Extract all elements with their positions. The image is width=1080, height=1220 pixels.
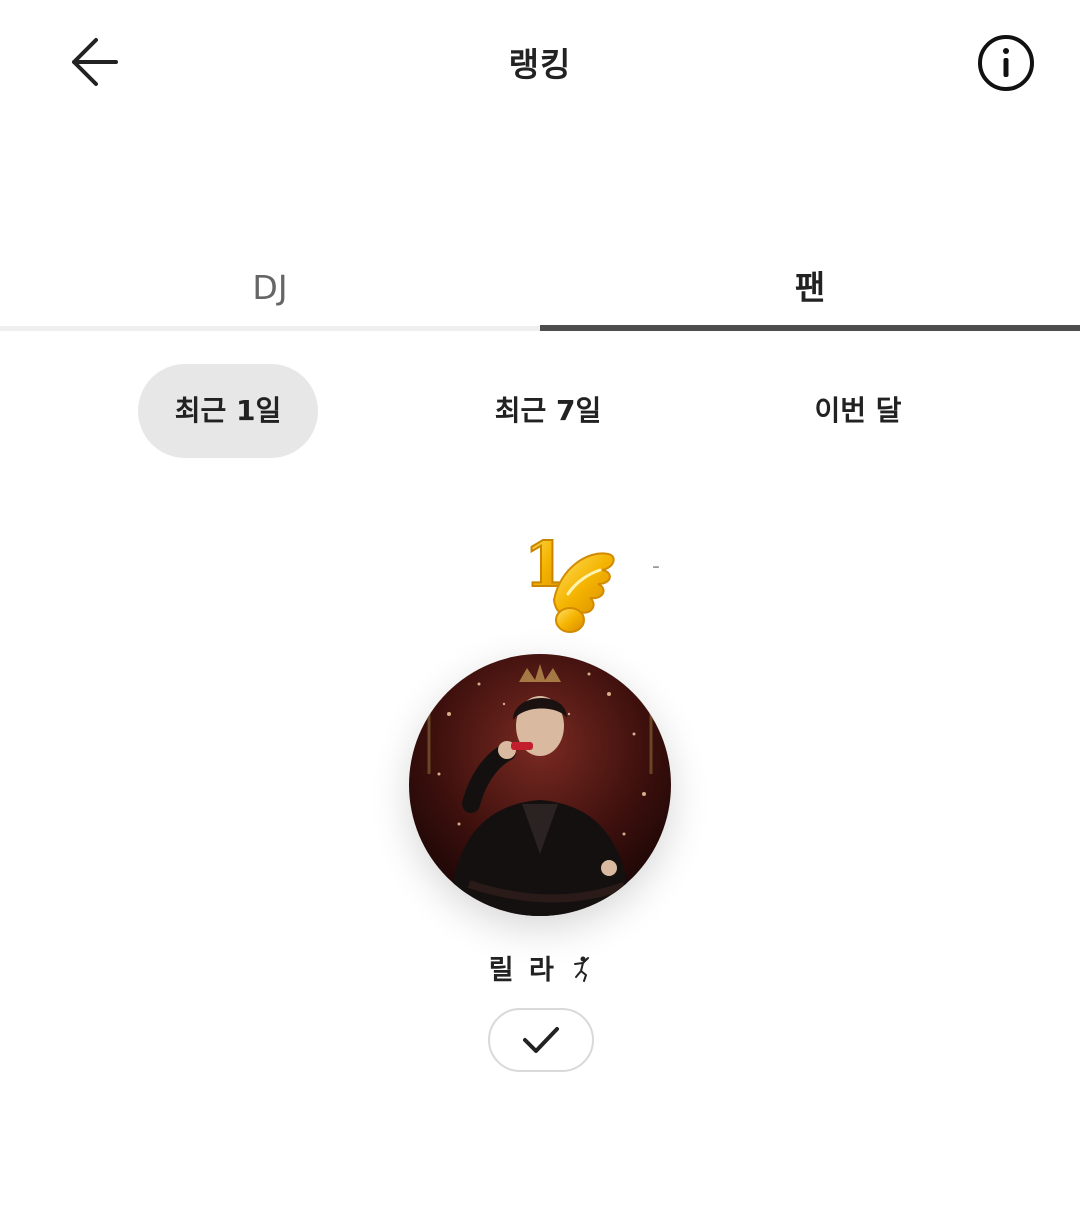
info-icon (978, 35, 1034, 91)
info-button[interactable] (970, 28, 1042, 98)
tab-fan[interactable]: 팬 (540, 250, 1080, 326)
main-tabs: DJ 팬 (0, 250, 1080, 332)
check-icon (523, 1027, 559, 1053)
tab-active-indicator (540, 325, 1080, 331)
dancer-icon (574, 956, 590, 982)
avatar-image (409, 654, 671, 916)
header: 랭킹 (0, 0, 1080, 124)
period-tab-this-month[interactable]: 이번 달 (768, 364, 948, 458)
rank-1-wing-badge-icon: 1 (523, 528, 615, 633)
period-tab-1-day[interactable]: 최근 1일 (138, 364, 318, 458)
period-tab-7-days[interactable]: 최근 7일 (458, 364, 638, 458)
avatar[interactable] (409, 654, 671, 916)
period-tabs: 최근 1일 최근 7일 이번 달 (0, 364, 1080, 460)
nickname-text: 릴 라 (488, 955, 557, 986)
nickname: 릴 라 (0, 948, 1080, 987)
select-check-button[interactable] (488, 1008, 594, 1072)
top-rank-card: 1 - 릴 라 (0, 520, 1080, 1120)
rank-change: - (652, 554, 660, 579)
tab-dj[interactable]: DJ (0, 250, 540, 326)
page-title: 랭킹 (508, 45, 572, 84)
